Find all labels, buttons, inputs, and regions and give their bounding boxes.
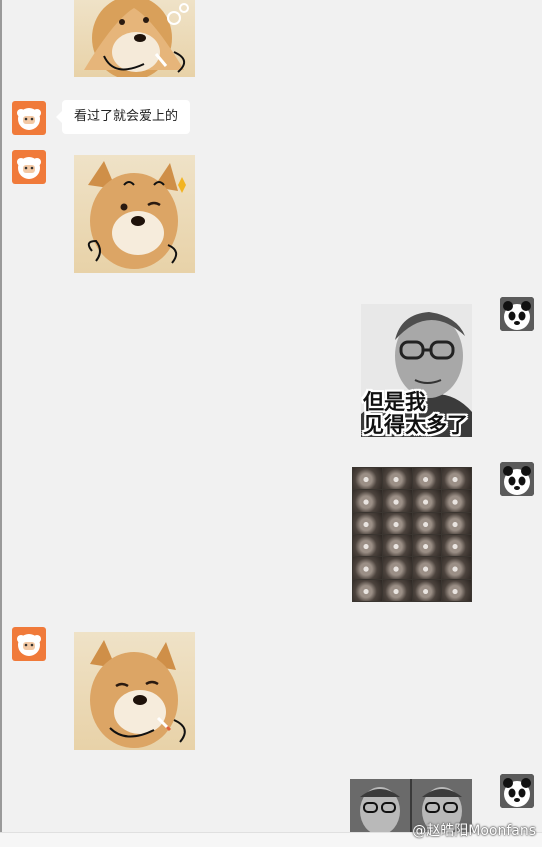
- grid-face: [382, 557, 412, 579]
- grid-face: [412, 512, 442, 534]
- grid-face: [442, 490, 471, 512]
- grid-face: [442, 579, 471, 601]
- self-avatar[interactable]: [500, 462, 534, 496]
- grid-face: [442, 557, 471, 579]
- watermark: @赵皓阳Moonfans: [412, 820, 536, 840]
- sheep-avatar-icon: [17, 108, 41, 130]
- grid-face: [412, 535, 442, 557]
- grid-face: [442, 535, 471, 557]
- panda-avatar-icon: [500, 297, 534, 331]
- grid-face: [353, 468, 382, 490]
- message-text: 看过了就会爱上的: [74, 109, 179, 124]
- sheep-avatar-icon: [17, 157, 41, 179]
- grid-face: [353, 579, 382, 601]
- grid-face: [353, 535, 382, 557]
- grid-face: [442, 468, 471, 490]
- contact-avatar[interactable]: [12, 101, 46, 135]
- grid-face: [442, 512, 471, 534]
- window-edge: [0, 0, 2, 846]
- grid-face: [412, 579, 442, 601]
- contact-avatar[interactable]: [12, 150, 46, 184]
- self-avatar[interactable]: [500, 774, 534, 808]
- contact-avatar[interactable]: [12, 627, 46, 661]
- old-man-sticker[interactable]: 但是我 见得太多了: [361, 304, 472, 437]
- doge-wink-icon: [87, 161, 186, 269]
- old-man-grid-sticker[interactable]: [352, 467, 472, 602]
- grid-face: [382, 468, 412, 490]
- grid-face: [353, 512, 382, 534]
- grid-face: [353, 557, 382, 579]
- grid-face: [382, 490, 412, 512]
- message-bubble[interactable]: 看过了就会爱上的: [55, 100, 191, 134]
- watermark-text: @赵皓阳Moonfans: [412, 823, 536, 839]
- doge-sticker[interactable]: [74, 155, 195, 273]
- doge-smoking-icon: [84, 0, 189, 77]
- grid-face: [382, 512, 412, 534]
- grid-face: [412, 490, 442, 512]
- grid-face: [353, 490, 382, 512]
- panda-avatar-icon: [500, 774, 534, 808]
- doge-sticker[interactable]: [74, 0, 195, 77]
- sticker-caption: 但是我 见得太多了: [363, 391, 472, 437]
- grid-face: [382, 579, 412, 601]
- doge-smoking-icon: [90, 640, 186, 748]
- sheep-avatar-icon: [17, 634, 41, 656]
- caption-line: 见得太多了: [363, 413, 468, 437]
- panda-avatar-icon: [500, 462, 534, 496]
- self-avatar[interactable]: [500, 297, 534, 331]
- grid-face: [412, 468, 442, 490]
- doge-sticker[interactable]: [74, 632, 195, 750]
- grid-face: [412, 557, 442, 579]
- caption-line: 但是我: [363, 390, 426, 414]
- grid-face: [382, 535, 412, 557]
